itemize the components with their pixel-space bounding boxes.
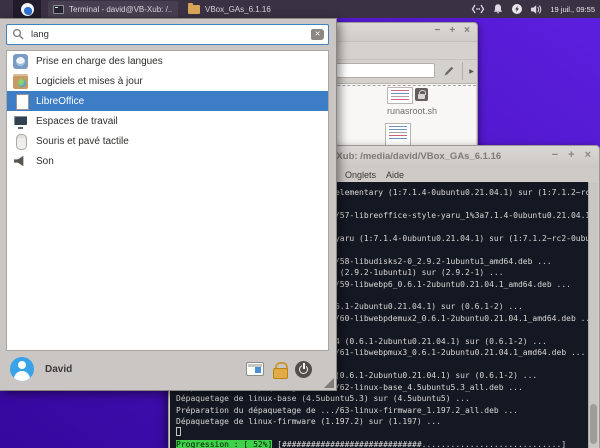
menu-item-label: Son [36,156,54,167]
progress-bar: [#############################..........… [272,440,566,448]
sound-icon [13,154,28,169]
workspaces-icon [13,114,28,129]
menu-item-label: Logiciels et mises à jour [36,76,143,87]
menu-item-mouse-touchpad[interactable]: Souris et pavé tactile [7,131,328,151]
shell-script-file-icon[interactable] [387,87,413,104]
whisker-menu-button[interactable] [13,0,41,18]
notifications-bell-icon[interactable] [492,3,504,15]
menu-item-label: Souris et pavé tactile [36,136,129,147]
menu-item-label: Prise en charge des langues [36,56,163,67]
all-settings-button[interactable] [246,362,264,376]
progress-label: Progression : [ 52%] [176,440,272,448]
menu-user-bar: David [0,351,336,387]
terminal-cursor [176,427,181,436]
menu-item-libreoffice[interactable]: LibreOffice [7,91,328,111]
volume-icon[interactable] [530,4,543,15]
pencil-icon [443,65,455,77]
maximize-button[interactable]: + [449,25,455,36]
toolbar-separator [462,62,463,80]
forward-button[interactable]: ▶ [465,62,478,80]
close-button[interactable]: × [585,149,591,161]
minimize-button[interactable]: − [434,25,440,36]
taskbar-button-terminal[interactable]: Terminal - david@VB-Xub: /... [48,1,178,17]
search-results-list: Prise en charge des langues Logiciels et… [6,50,329,351]
menu-aide[interactable]: Aide [386,170,404,180]
scrollbar-thumb[interactable] [590,404,597,444]
taskbar-label: Terminal - david@VB-Xub: /... [69,5,173,14]
mouse-icon [13,134,28,149]
clear-search-icon[interactable]: ✕ [311,29,324,40]
terminal-scrollbar[interactable] [588,182,598,448]
desktop[interactable]: { "panel": { "taskbar_items": [ { "label… [0,0,600,448]
xubuntu-logo-icon [21,3,34,16]
language-support-icon [13,54,28,69]
libreoffice-icon [15,94,30,109]
user-name: David [45,364,72,375]
network-icon[interactable] [471,4,485,14]
menu-onglets[interactable]: Onglets [345,170,376,180]
user-avatar[interactable] [10,357,34,381]
taskbar-button-files[interactable]: VBox_GAs_6.1.16 [183,1,299,17]
logout-button[interactable] [295,361,312,378]
resize-grip[interactable] [324,378,334,388]
terminal-line: Préparation du dépaquetage de .../63-lin… [176,405,588,416]
software-updates-icon [13,74,28,89]
taskbar-label: VBox_GAs_6.1.16 [205,5,271,14]
whisker-menu: ✕ Prise en charge des langues Logiciels … [0,18,337,391]
menu-item-workspaces[interactable]: Espaces de travail [7,111,328,131]
terminal-line: Dépaquetage de linux-firmware (1.197.2) … [176,416,588,427]
system-tray: 19 juil., 09:55 [471,0,598,18]
maximize-button[interactable]: + [568,149,574,161]
clock[interactable]: 19 juil., 09:55 [550,5,598,14]
terminal-cursor-line [176,427,588,438]
lock-emblem-icon [415,88,428,101]
menu-item-software-updates[interactable]: Logiciels et mises à jour [7,71,328,91]
terminal-progress-line: Progression : [ 52%] [##################… [176,439,588,448]
menu-item-language-support[interactable]: Prise en charge des langues [7,51,328,71]
minimize-button[interactable]: − [552,149,558,161]
top-panel: Terminal - david@VB-Xub: /... VBox_GAs_6… [0,0,600,18]
menu-item-sound[interactable]: Son [7,151,328,171]
search-icon [12,28,25,41]
lock-screen-button[interactable] [273,362,286,377]
close-button[interactable]: × [464,25,470,36]
file-name-label: runasroot.sh [352,106,472,116]
terminal-line: Dépaquetage de linux-base (4.5ubuntu5.3)… [176,393,588,404]
menu-item-label: Espaces de travail [36,116,118,127]
menu-item-label: LibreOffice [36,96,84,107]
folder-icon [188,5,200,14]
terminal-icon [53,5,64,14]
search-input[interactable] [6,24,329,45]
edit-path-button[interactable] [439,62,459,80]
power-manager-icon[interactable] [511,3,523,15]
